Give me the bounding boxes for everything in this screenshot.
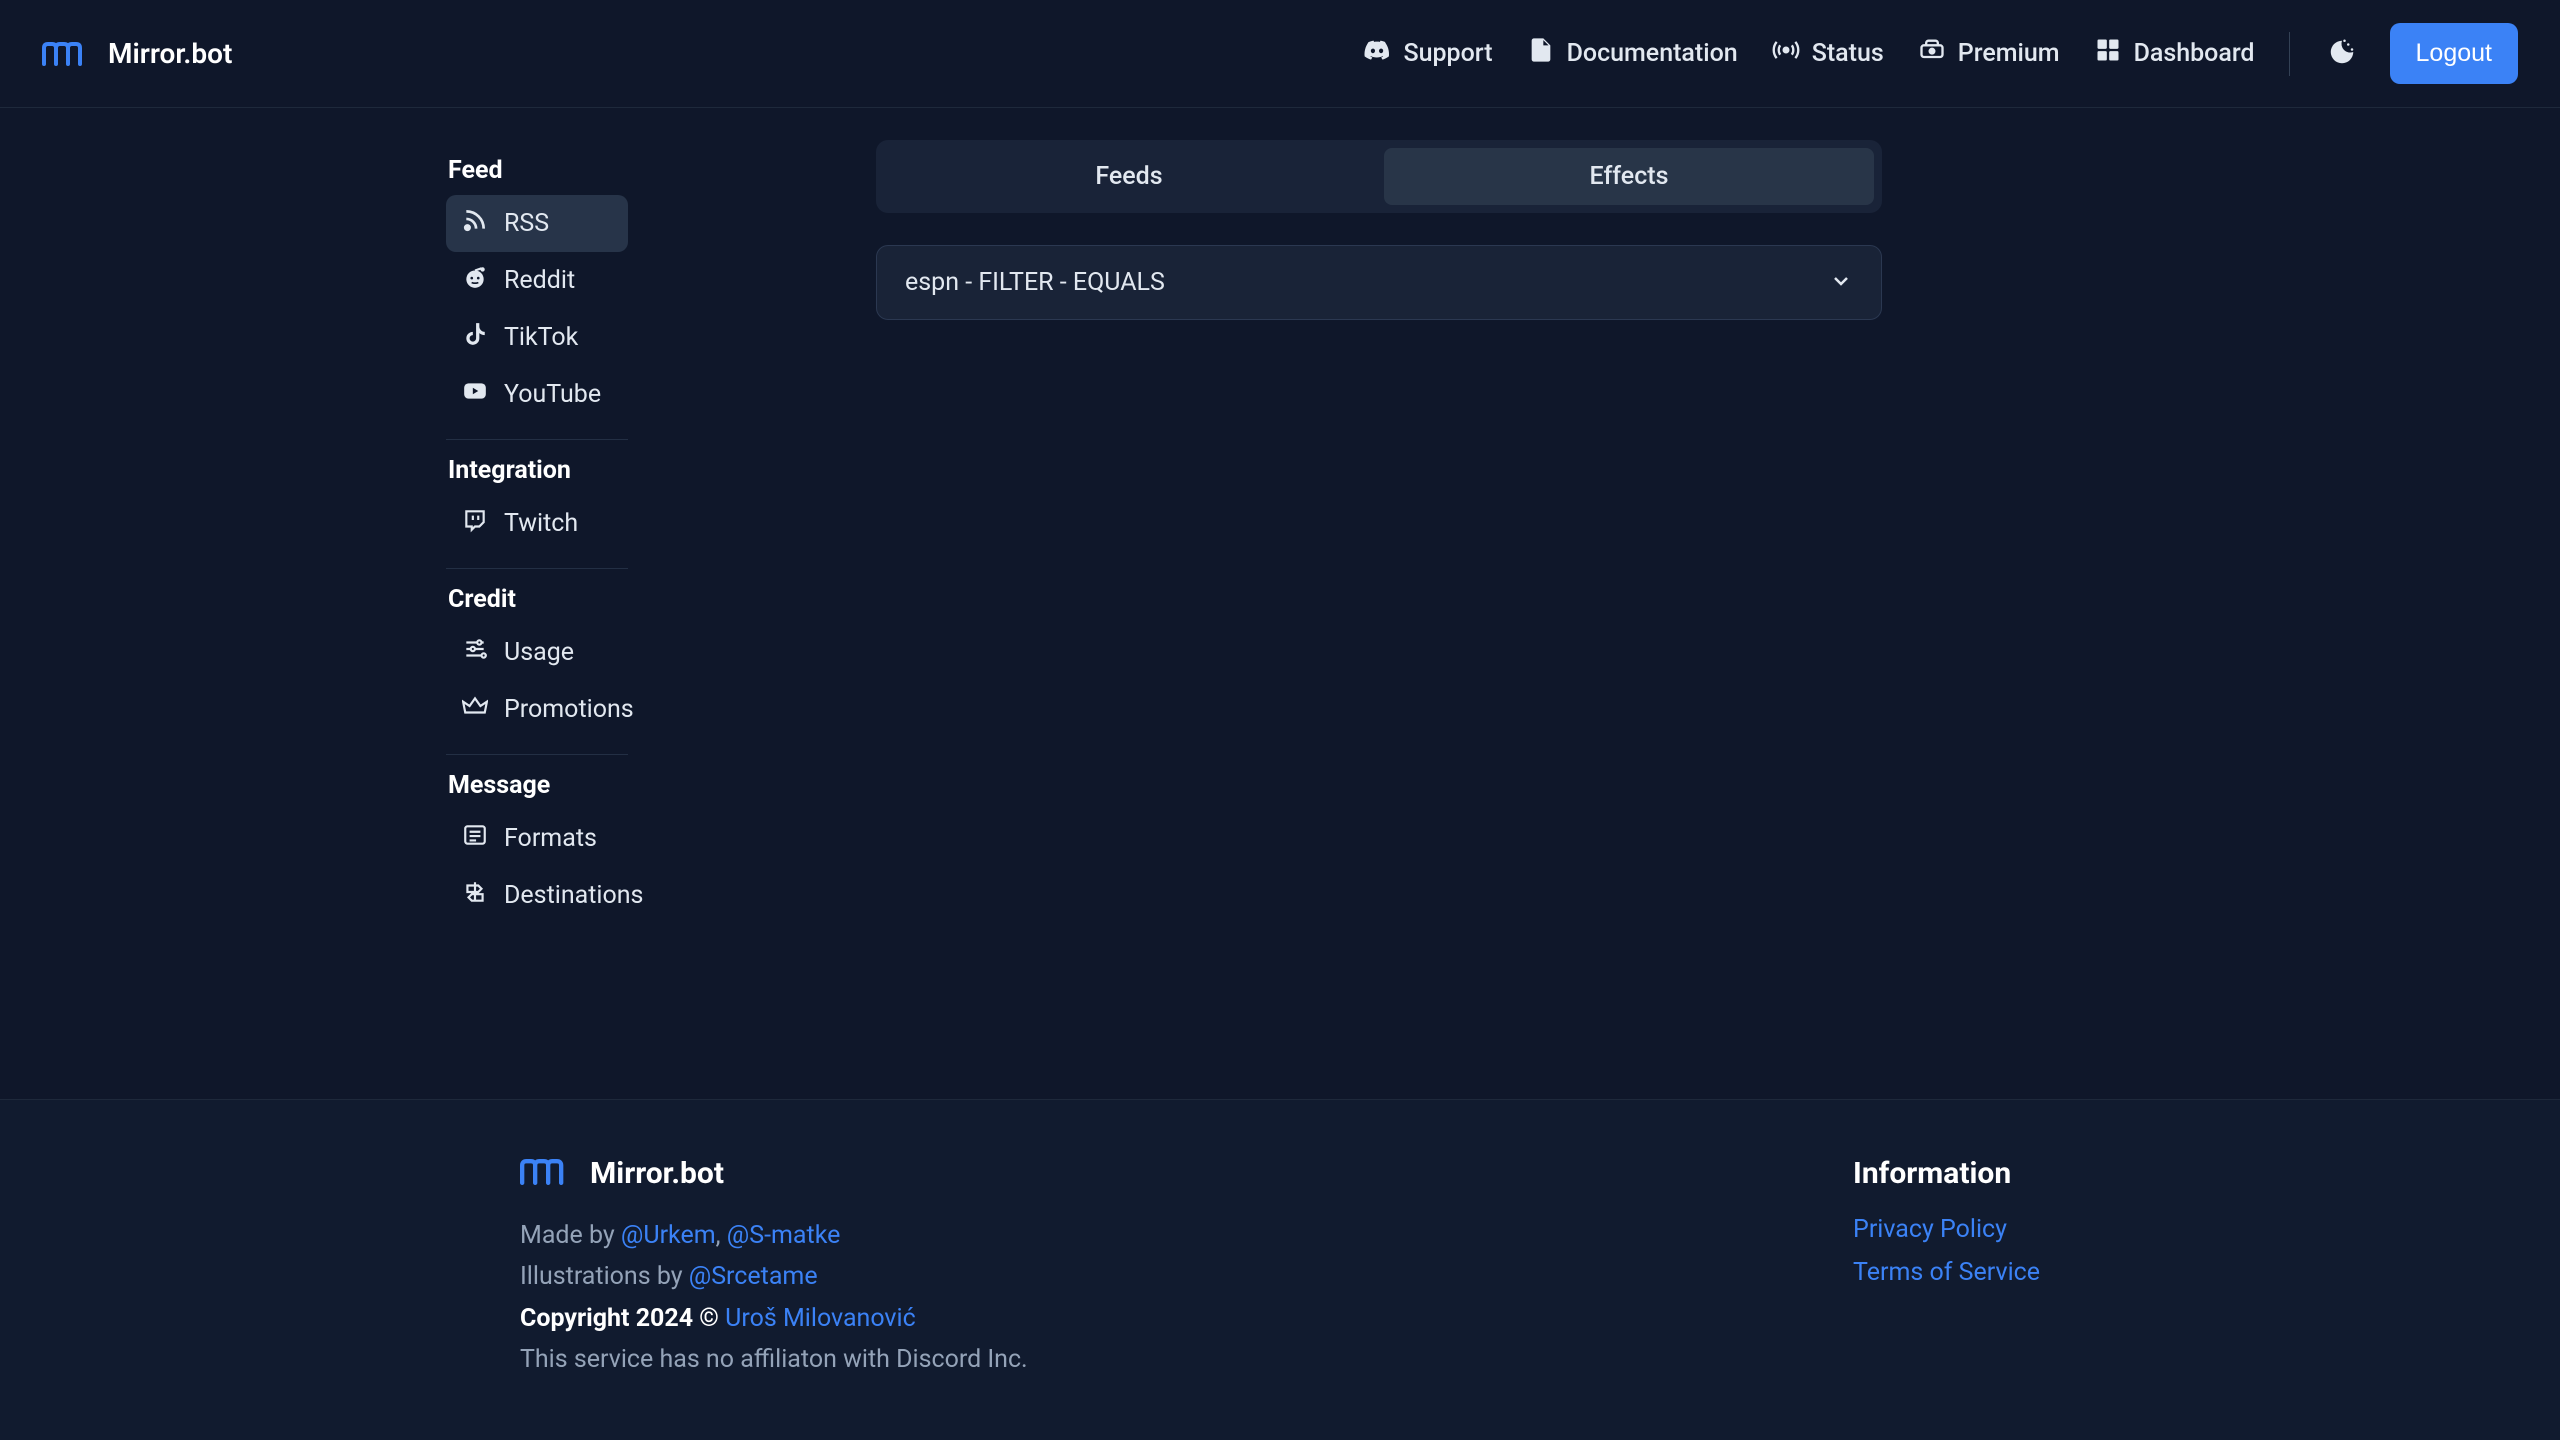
sidebar-divider bbox=[446, 439, 628, 440]
sidebar-item-usage[interactable]: Usage bbox=[446, 624, 628, 681]
footer-illustrations: Illustrations by @Srcetame bbox=[520, 1256, 1028, 1297]
list-icon bbox=[462, 822, 488, 855]
link-smatke[interactable]: @S-matke bbox=[727, 1221, 841, 1250]
footer-disclaimer: This service has no affiliaton with Disc… bbox=[520, 1339, 1028, 1380]
link-privacy-policy[interactable]: Privacy Policy bbox=[1853, 1215, 2040, 1244]
logout-button[interactable]: Logout bbox=[2390, 23, 2518, 84]
nav-label: Status bbox=[1812, 39, 1884, 68]
youtube-icon bbox=[462, 378, 488, 411]
discord-icon bbox=[1363, 36, 1391, 71]
sidebar-item-tiktok[interactable]: TikTok bbox=[446, 309, 628, 366]
footer-brand-name: Mirror.bot bbox=[590, 1156, 724, 1191]
footer-made-by: Made by @Urkem, @S-matke bbox=[520, 1215, 1028, 1256]
sidebar-item-label: TikTok bbox=[504, 323, 578, 352]
main: Feed RSS Reddit TikTok YouTube Integrati… bbox=[0, 108, 2560, 1099]
link-srcetame[interactable]: @Srcetame bbox=[689, 1262, 818, 1291]
brand-logo-icon bbox=[520, 1159, 572, 1189]
rss-icon bbox=[462, 207, 488, 240]
sidebar-item-reddit[interactable]: Reddit bbox=[446, 252, 628, 309]
nav-label: Support bbox=[1403, 39, 1492, 68]
dashboard-icon bbox=[2094, 36, 2122, 71]
tiktok-icon bbox=[462, 321, 488, 354]
footer-brand: Mirror.bot bbox=[520, 1156, 1028, 1191]
footer-info-heading: Information bbox=[1853, 1156, 2040, 1191]
sidebar-divider bbox=[446, 754, 628, 755]
nav-divider bbox=[2289, 32, 2290, 76]
sidebar-divider bbox=[446, 568, 628, 569]
nav-premium[interactable]: Premium bbox=[1914, 28, 2064, 79]
nav-documentation[interactable]: Documentation bbox=[1523, 28, 1742, 79]
sidebar: Feed RSS Reddit TikTok YouTube Integrati… bbox=[0, 108, 876, 1099]
theme-icon bbox=[2327, 37, 2357, 71]
link-terms-of-service[interactable]: Terms of Service bbox=[1853, 1258, 2040, 1287]
nav-support[interactable]: Support bbox=[1359, 28, 1496, 79]
footer-left: Mirror.bot Made by @Urkem, @S-matke Illu… bbox=[520, 1156, 1028, 1380]
sidebar-item-formats[interactable]: Formats bbox=[446, 810, 628, 867]
header: Mirror.bot Support Documentation Status … bbox=[0, 0, 2560, 108]
content: Feeds Effects espn - FILTER - EQUALS bbox=[876, 108, 2560, 1099]
sidebar-item-label: Promotions bbox=[504, 695, 634, 724]
document-icon bbox=[1527, 36, 1555, 71]
crown-icon bbox=[462, 693, 488, 726]
reddit-icon bbox=[462, 264, 488, 297]
sidebar-item-destinations[interactable]: Destinations bbox=[446, 867, 628, 924]
top-nav: Support Documentation Status Premium Das… bbox=[1359, 23, 2518, 84]
footer-right: Information Privacy Policy Terms of Serv… bbox=[1853, 1156, 2040, 1380]
brand-logo-icon bbox=[42, 40, 90, 68]
sidebar-heading: Integration bbox=[446, 456, 876, 495]
sidebar-item-label: RSS bbox=[504, 209, 549, 238]
broadcast-icon bbox=[1772, 36, 1800, 71]
sidebar-item-label: Twitch bbox=[504, 509, 578, 538]
effect-select-dropdown[interactable]: espn - FILTER - EQUALS bbox=[876, 245, 1882, 320]
footer-copyright: Copyright 2024 © Uroš Milovanović bbox=[520, 1298, 1028, 1339]
sidebar-heading: Credit bbox=[446, 585, 876, 624]
sidebar-item-label: Formats bbox=[504, 824, 597, 853]
nav-label: Documentation bbox=[1567, 39, 1738, 68]
footer-text: Illustrations by bbox=[520, 1262, 689, 1291]
nav-label: Premium bbox=[1958, 39, 2060, 68]
sidebar-section-credit: Credit Usage Promotions bbox=[446, 585, 876, 738]
footer-text: Copyright 2024 © bbox=[520, 1304, 725, 1333]
sidebar-section-feed: Feed RSS Reddit TikTok YouTube bbox=[446, 156, 876, 423]
sidebar-item-label: Reddit bbox=[504, 266, 575, 295]
nav-status[interactable]: Status bbox=[1768, 28, 1888, 79]
twitch-icon bbox=[462, 507, 488, 540]
signpost-icon bbox=[462, 879, 488, 912]
premium-icon bbox=[1918, 36, 1946, 71]
sidebar-item-twitch[interactable]: Twitch bbox=[446, 495, 628, 552]
sidebar-item-label: Destinations bbox=[504, 881, 643, 910]
link-uros[interactable]: Uroš Milovanović bbox=[725, 1304, 916, 1333]
tab-feeds[interactable]: Feeds bbox=[884, 148, 1374, 205]
sidebar-item-youtube[interactable]: YouTube bbox=[446, 366, 628, 423]
tab-effects[interactable]: Effects bbox=[1384, 148, 1874, 205]
sidebar-section-integration: Integration Twitch bbox=[446, 456, 876, 552]
sidebar-item-promotions[interactable]: Promotions bbox=[446, 681, 628, 738]
chevron-down-icon bbox=[1829, 269, 1853, 297]
footer-text: Made by bbox=[520, 1221, 621, 1250]
sidebar-section-message: Message Formats Destinations bbox=[446, 771, 876, 924]
dropdown-selected-label: espn - FILTER - EQUALS bbox=[905, 268, 1165, 297]
sidebar-heading: Message bbox=[446, 771, 876, 810]
brand-name: Mirror.bot bbox=[108, 37, 232, 70]
footer: Mirror.bot Made by @Urkem, @S-matke Illu… bbox=[0, 1099, 2560, 1440]
theme-toggle-button[interactable] bbox=[2320, 32, 2364, 76]
sidebar-item-label: YouTube bbox=[504, 380, 601, 409]
sliders-icon bbox=[462, 636, 488, 669]
nav-label: Dashboard bbox=[2134, 39, 2255, 68]
footer-text: , bbox=[716, 1221, 727, 1250]
brand-logo[interactable]: Mirror.bot bbox=[42, 37, 232, 70]
sidebar-heading: Feed bbox=[446, 156, 876, 195]
sidebar-item-rss[interactable]: RSS bbox=[446, 195, 628, 252]
nav-dashboard[interactable]: Dashboard bbox=[2090, 28, 2259, 79]
tabs: Feeds Effects bbox=[876, 140, 1882, 213]
sidebar-item-label: Usage bbox=[504, 638, 574, 667]
link-urkem[interactable]: @Urkem bbox=[621, 1221, 716, 1250]
